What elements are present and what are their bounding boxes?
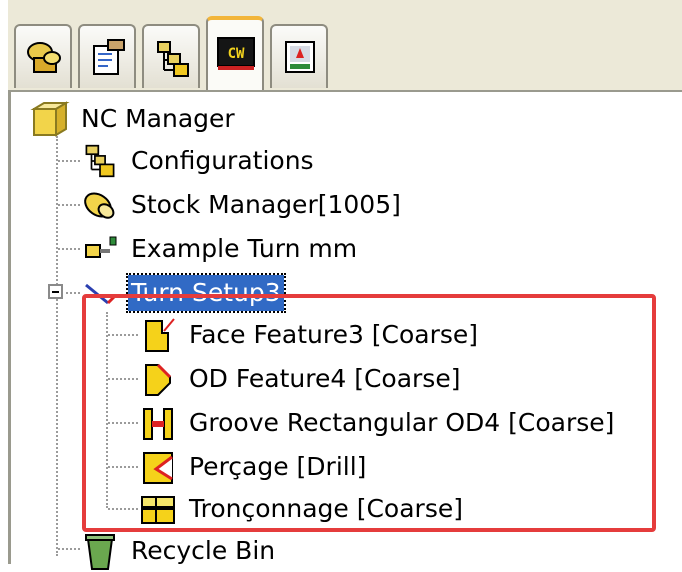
tree-item-label: Example Turn mm <box>131 234 358 263</box>
svg-text:CW: CW <box>228 46 245 62</box>
tab-camworks[interactable]: CW <box>206 16 264 92</box>
tab-simulation[interactable] <box>270 24 328 88</box>
tree-item-label: NC Manager <box>81 104 235 133</box>
tab-configuration-manager[interactable] <box>142 24 200 88</box>
tree-item-recycle-bin[interactable]: Recycle Bin <box>80 530 278 572</box>
manager-tabstrip: CW <box>8 0 682 92</box>
tree-line <box>58 204 80 206</box>
tree-item-configurations[interactable]: Configurations <box>80 140 317 182</box>
tree-line <box>56 136 58 556</box>
tree-item-machine[interactable]: Example Turn mm <box>80 228 360 270</box>
tab-feature-manager[interactable] <box>14 24 72 88</box>
nc-manager-icon <box>30 99 70 139</box>
configuration-manager-icon <box>157 41 189 77</box>
tree-item-label: Stock Manager[1005] <box>131 190 401 219</box>
collapse-toggle[interactable] <box>48 284 63 299</box>
configurations-icon <box>80 141 120 181</box>
panel-border <box>8 92 11 564</box>
tree-item-label: Configurations <box>131 146 314 175</box>
tree-line <box>58 248 80 250</box>
nc-manager-panel: CW NC Manager Configurations Stock Manag… <box>8 0 682 570</box>
machine-icon <box>80 229 120 269</box>
annotation-highlight-box <box>82 294 656 532</box>
stock-manager-icon <box>80 185 120 225</box>
camworks-icon: CW <box>217 37 255 70</box>
tree-item-stock-manager[interactable]: Stock Manager[1005] <box>80 184 404 226</box>
tree-line <box>66 292 80 294</box>
recycle-bin-icon <box>80 531 120 571</box>
feature-manager-icon <box>27 42 61 73</box>
tree-root-nc-manager[interactable]: NC Manager <box>30 98 238 140</box>
property-manager-icon <box>93 39 125 75</box>
tree-line <box>58 160 80 162</box>
simulation-icon <box>285 41 315 73</box>
tabstrip-divider <box>8 90 682 92</box>
tab-property-manager[interactable] <box>78 24 136 88</box>
tree-line <box>58 548 80 550</box>
